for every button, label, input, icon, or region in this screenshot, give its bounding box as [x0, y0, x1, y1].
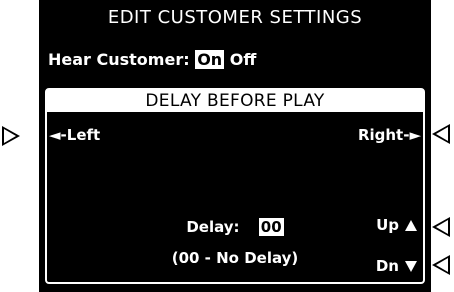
up-soft-key-arrow-icon[interactable] — [432, 217, 450, 237]
up-option[interactable]: Up — [376, 216, 417, 234]
down-soft-key-arrow-icon[interactable] — [432, 255, 450, 275]
down-triangle-icon — [405, 261, 417, 272]
screen-title: EDIT CUSTOMER SETTINGS — [107, 7, 363, 28]
left-soft-key-arrow-icon[interactable] — [2, 126, 20, 146]
up-label: Up — [376, 216, 399, 234]
delay-panel-header: DELAY BEFORE PLAY — [47, 90, 423, 112]
hear-customer-row: Hear Customer: On Off — [48, 50, 256, 69]
hear-customer-on-option[interactable]: On — [195, 50, 225, 69]
delay-panel: DELAY BEFORE PLAY ◄-Left Right-► Delay: … — [45, 88, 425, 284]
hear-customer-off-option[interactable]: Off — [230, 50, 257, 69]
delay-hint: (00 - No Delay) — [171, 249, 299, 267]
up-triangle-icon — [405, 220, 417, 231]
device-screen: EDIT CUSTOMER SETTINGS Hear Customer: On… — [39, 0, 431, 292]
down-label: Dn — [375, 257, 399, 275]
right-option[interactable]: Right-► — [358, 126, 421, 144]
down-option[interactable]: Dn — [376, 257, 417, 275]
left-option[interactable]: ◄-Left — [49, 126, 100, 144]
delay-row: Delay: 00 — [47, 218, 423, 236]
delay-label: Delay: — [186, 218, 240, 236]
delay-value[interactable]: 00 — [258, 218, 284, 236]
hear-customer-label: Hear Customer: — [48, 50, 190, 69]
right-soft-key-arrow-icon[interactable] — [432, 124, 450, 144]
